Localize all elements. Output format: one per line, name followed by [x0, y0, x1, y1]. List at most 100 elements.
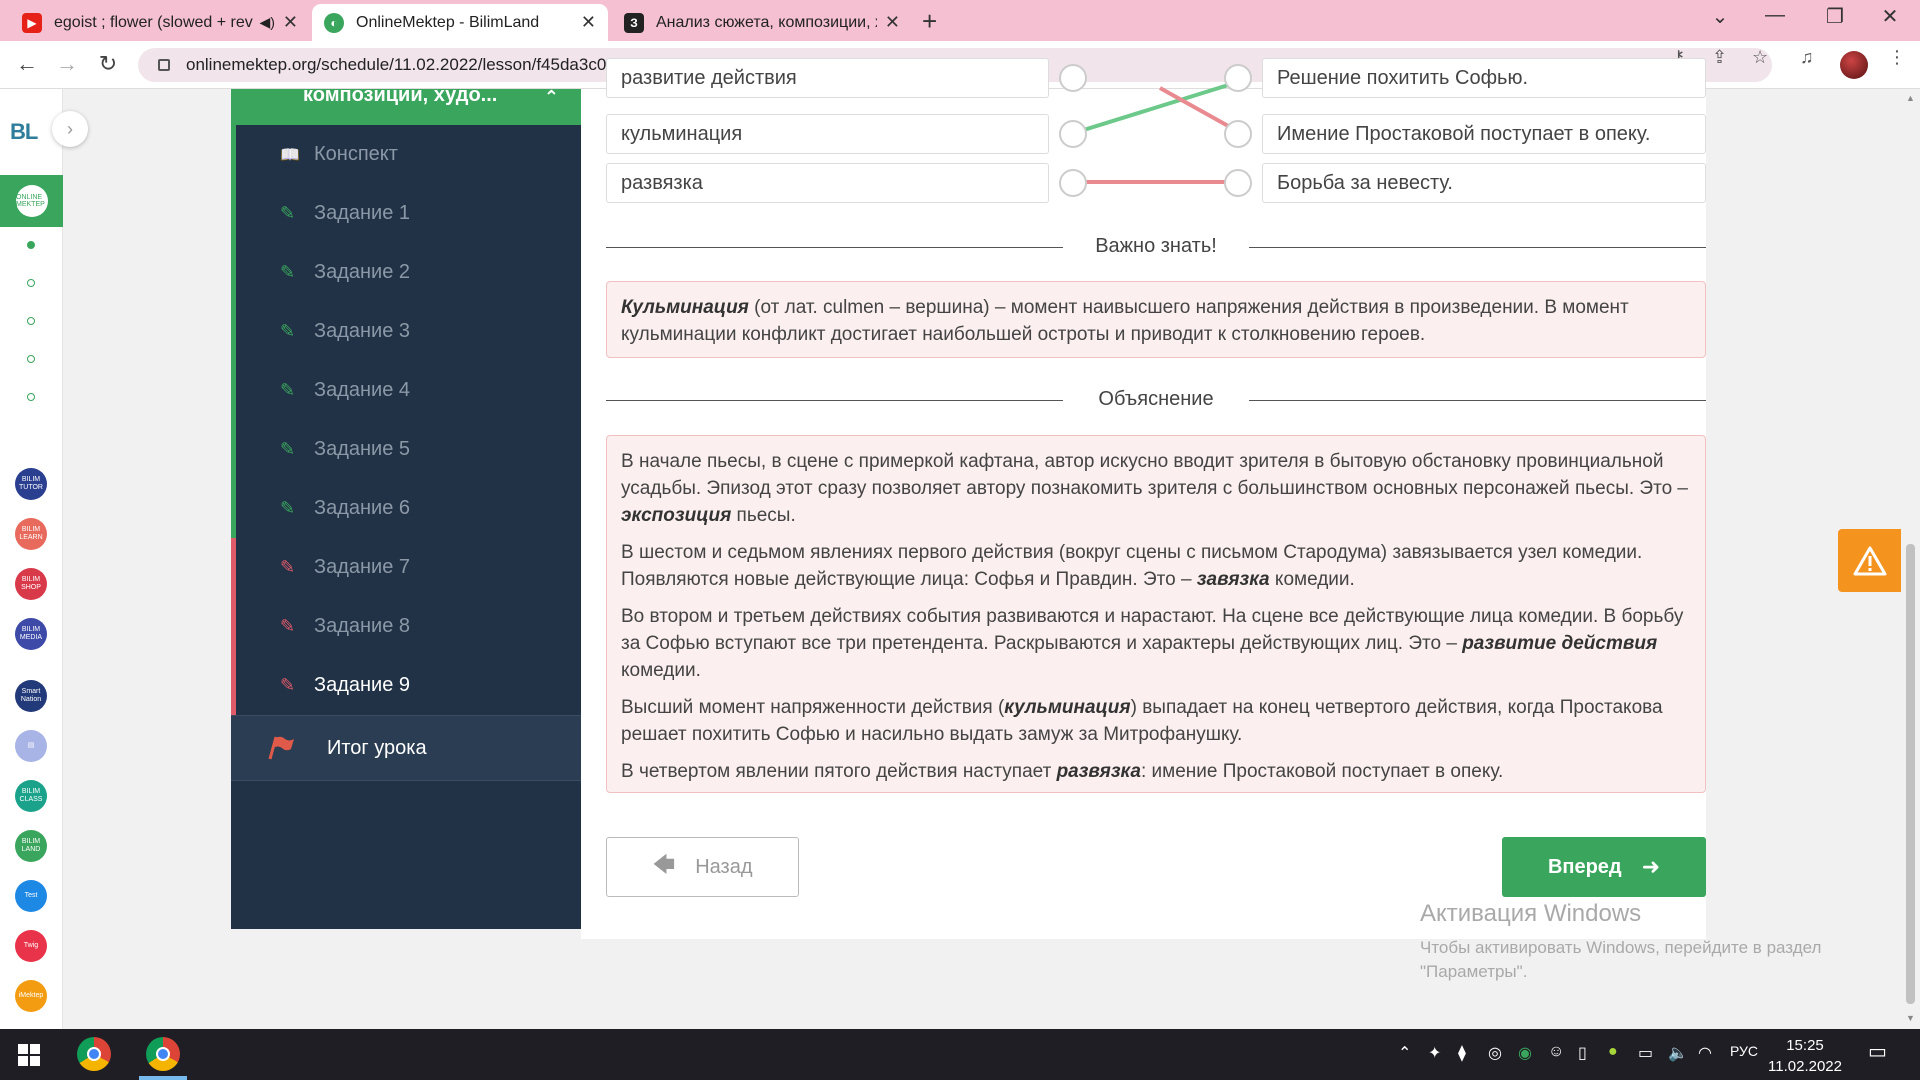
- rail-app-icon[interactable]: BILIM MEDIA: [15, 618, 47, 650]
- edit-icon: ✎: [280, 380, 296, 400]
- browser-tab-youtube[interactable]: ▶ egoist ; flower (slowed + reverb) ◀) ✕: [10, 4, 310, 41]
- lesson-nav-item[interactable]: ✎ Задание 8: [231, 597, 581, 656]
- rail-app-icon[interactable]: Test: [15, 880, 47, 912]
- scroll-thumb[interactable]: [1906, 544, 1915, 1004]
- progress-step: [27, 393, 35, 401]
- close-window-button[interactable]: ✕: [1860, 4, 1920, 29]
- browser-tab-onlinemektep[interactable]: ◐ OnlineMektep - BilimLand ✕: [312, 4, 608, 41]
- scroll-clip: [581, 41, 1706, 89]
- match-left-item[interactable]: развязка: [606, 163, 1049, 203]
- rail-app-icon[interactable]: BILIM TUTOR: [15, 468, 47, 500]
- lesson-nav-item[interactable]: ✎ Задание 9: [231, 656, 581, 715]
- rail-app-icon[interactable]: BILIM SHOP: [15, 568, 47, 600]
- app-rail: BL › ONLINE MEKTEP BILIM TUTOR BILIM LEAR…: [0, 89, 88, 1029]
- tab-search-icon[interactable]: ⌄: [1690, 4, 1750, 29]
- lesson-nav-item[interactable]: ✎ Задание 3: [231, 302, 581, 361]
- battery-icon[interactable]: ▭: [1638, 1043, 1653, 1063]
- lesson-nav-item[interactable]: 📖 Конспект: [231, 125, 581, 184]
- wifi-icon[interactable]: ◠: [1698, 1043, 1712, 1063]
- taskbar-clock[interactable]: 15:25 11.02.2022: [1765, 1035, 1845, 1077]
- browser-tabstrip: ▶ egoist ; flower (slowed + reverb) ◀) ✕…: [0, 0, 1920, 41]
- text: комедии.: [1269, 569, 1355, 590]
- tray-app-icon[interactable]: ✦: [1428, 1043, 1441, 1063]
- tab-title: OnlineMektep - BilimLand: [356, 13, 540, 31]
- minimize-button[interactable]: —: [1745, 4, 1805, 27]
- progress-step: [27, 241, 35, 249]
- menu-icon[interactable]: ⋮: [1888, 47, 1906, 68]
- forward-arrow-icon[interactable]: →: [52, 51, 82, 77]
- tray-green-icon[interactable]: ●: [1608, 1043, 1618, 1061]
- term-development: развитие действия: [1462, 633, 1658, 654]
- next-button[interactable]: Вперед ➜: [1502, 837, 1706, 897]
- lesson-nav-item[interactable]: ✎ Задание 6: [231, 479, 581, 538]
- match-right-connector[interactable]: [1224, 120, 1252, 148]
- edit-icon: ✎: [280, 675, 296, 695]
- windows-activation-watermark: Активация Windows Чтобы активировать Win…: [1420, 900, 1821, 984]
- profile-avatar[interactable]: [1840, 51, 1868, 79]
- important-text: Кульминация (от лат. culmen – вершина) –…: [621, 294, 1691, 348]
- match-right-connector[interactable]: [1224, 169, 1252, 197]
- notification-icon[interactable]: ▭: [1868, 1039, 1887, 1064]
- volume-icon[interactable]: 🔈: [1668, 1043, 1688, 1063]
- phone-icon[interactable]: ▯: [1578, 1043, 1587, 1063]
- youtube-icon: ▶: [22, 12, 42, 33]
- chevron-up-icon[interactable]: ⌃: [1398, 1043, 1411, 1063]
- edit-icon: ✎: [280, 616, 296, 636]
- next-button-label: Вперед: [1547, 855, 1622, 878]
- close-icon[interactable]: ✕: [581, 12, 596, 33]
- rail-app-icon[interactable]: iMektep: [15, 980, 47, 1012]
- divider: [1249, 247, 1706, 248]
- expand-rail-icon[interactable]: ›: [52, 111, 88, 147]
- lesson-nav-item[interactable]: ✎ Задание 4: [231, 361, 581, 420]
- close-icon[interactable]: ✕: [283, 12, 298, 33]
- windows-start-icon[interactable]: [18, 1044, 40, 1066]
- maximize-button[interactable]: ❐: [1805, 4, 1865, 29]
- text: В начале пьесы, в сцене с примеркой кафт…: [621, 451, 1688, 499]
- dropbox-icon[interactable]: ⧫: [1458, 1043, 1466, 1063]
- rail-active-app[interactable]: ONLINE MEKTEP: [0, 175, 63, 227]
- report-problem-button[interactable]: [1838, 529, 1901, 592]
- discord-icon[interactable]: ☺: [1548, 1043, 1564, 1061]
- scroll-up-icon[interactable]: ▲: [1906, 93, 1915, 103]
- steam-icon[interactable]: ◎: [1488, 1043, 1502, 1063]
- media-control-icon[interactable]: ♫: [1800, 47, 1814, 68]
- star-icon[interactable]: ☆: [1752, 47, 1768, 68]
- edit-icon: ✎: [280, 557, 296, 577]
- match-left-connector[interactable]: [1059, 120, 1087, 148]
- rail-app-icon[interactable]: Smart Nation: [15, 680, 47, 712]
- rail-app-icon[interactable]: BILIM LAND: [15, 830, 47, 862]
- rail-app-icon[interactable]: ▤: [15, 730, 47, 762]
- close-icon[interactable]: ✕: [885, 12, 900, 33]
- new-tab-button[interactable]: +: [922, 6, 937, 37]
- share-icon[interactable]: ⇪: [1712, 47, 1727, 68]
- onlinemektep-app-icon: ONLINE MEKTEP: [16, 185, 48, 217]
- lesson-nav-item[interactable]: ✎ Задание 7: [231, 538, 581, 597]
- back-arrow-icon[interactable]: ←: [12, 51, 42, 77]
- rail-app-icon[interactable]: BILIM CLASS: [15, 780, 47, 812]
- lesson-nav-item[interactable]: ✎ Задание 2: [231, 243, 581, 302]
- lesson-nav-item[interactable]: ✎ Задание 5: [231, 420, 581, 479]
- back-button[interactable]: 🡄 Назад: [606, 837, 799, 897]
- browser-tab-znanija[interactable]: З Анализ сюжета, композиции, художествен…: [612, 4, 912, 41]
- match-left-item[interactable]: кульминация: [606, 114, 1049, 154]
- match-right-item[interactable]: Имение Простаковой поступает в опеку.: [1262, 114, 1706, 154]
- edit-icon: ✎: [280, 439, 296, 459]
- match-right-item[interactable]: Борьба за невесту.: [1262, 163, 1706, 203]
- reload-icon[interactable]: ↻: [93, 51, 123, 77]
- lesson-summary-item[interactable]: Итог урока: [231, 715, 581, 781]
- audio-icon[interactable]: ◀): [259, 14, 274, 31]
- explanation-paragraph: В шестом и седьмом явлениях первого дейс…: [621, 539, 1691, 593]
- lesson-nav-item[interactable]: ✎ Задание 1: [231, 184, 581, 243]
- rail-app-icon[interactable]: BILIM LEARN: [15, 518, 47, 550]
- page-scrollbar[interactable]: ▲ ▼: [1901, 89, 1920, 1029]
- chrome-icon[interactable]: [146, 1037, 180, 1071]
- chrome-icon[interactable]: [77, 1037, 111, 1071]
- lesson-title[interactable]: композиции, худо... ⌃: [231, 89, 581, 125]
- language-indicator[interactable]: РУС: [1730, 1043, 1758, 1059]
- text: В четвертом явлении пятого действия наст…: [621, 761, 1057, 782]
- lesson-nav-label: Задание 5: [314, 438, 411, 460]
- rail-app-icon[interactable]: Twig: [15, 930, 47, 962]
- match-left-connector[interactable]: [1059, 169, 1087, 197]
- vpn-icon[interactable]: ◉: [1518, 1043, 1532, 1063]
- scroll-down-icon[interactable]: ▼: [1906, 1013, 1915, 1023]
